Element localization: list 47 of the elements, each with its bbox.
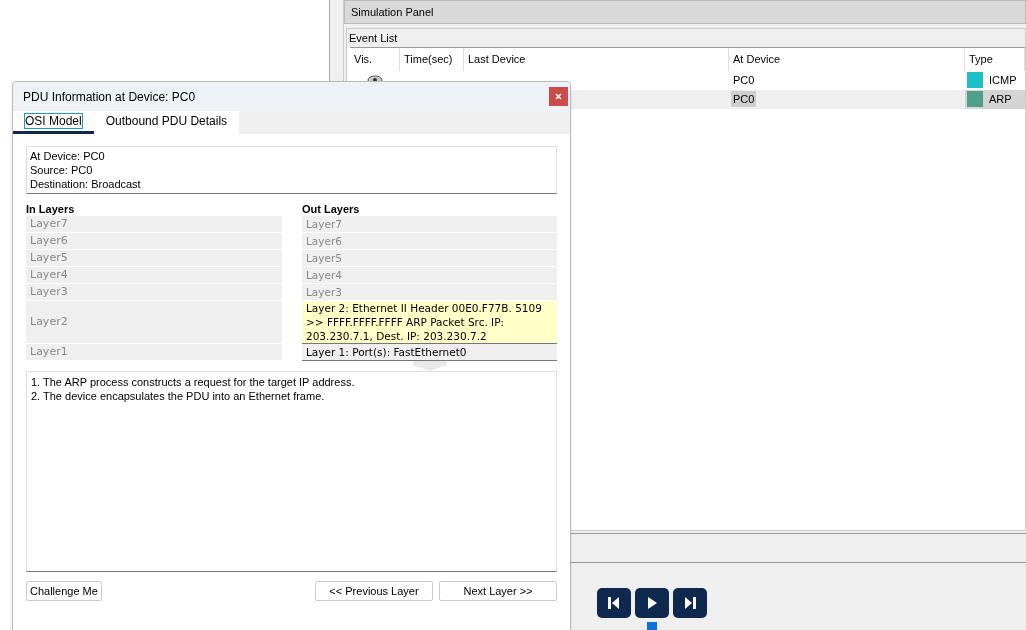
description-line: 2. The device encapsulates the PDU into an Ethernet frame. bbox=[31, 389, 326, 403]
play-icon bbox=[645, 596, 659, 610]
column-header: At Device bbox=[729, 47, 965, 71]
skip-back-icon bbox=[607, 596, 621, 610]
group-title: Event List bbox=[349, 30, 398, 46]
dialog-title: PDU Information at Device: PC0 bbox=[23, 88, 196, 106]
layer-row[interactable]: Layer7 bbox=[26, 216, 282, 233]
column-title: Out Layers bbox=[302, 202, 361, 216]
tab[interactable]: OSI Model bbox=[13, 111, 94, 134]
layer-row[interactable]: Layer6 bbox=[26, 233, 282, 250]
layer-row[interactable]: Layer1 bbox=[26, 344, 282, 361]
layer-row[interactable]: Layer4 bbox=[26, 267, 282, 284]
table-cell-text: PC0 bbox=[732, 73, 756, 89]
layer-row[interactable]: Layer2 bbox=[26, 301, 282, 344]
close-icon bbox=[555, 93, 562, 100]
layer-row[interactable]: Layer5 bbox=[26, 250, 282, 267]
next-layer-button[interactable]: Next Layer >> bbox=[439, 581, 557, 601]
layer-row[interactable]: Layer3 bbox=[302, 284, 557, 301]
layer-row[interactable]: Layer4 bbox=[302, 267, 557, 284]
layer-row[interactable]: Layer5 bbox=[302, 250, 557, 267]
column-header: Last Device bbox=[464, 47, 729, 71]
table-cell: PC0 bbox=[731, 91, 757, 108]
column-title: In Layers bbox=[26, 202, 76, 216]
challenge-button[interactable]: Challenge Me bbox=[26, 581, 102, 601]
playback-button[interactable] bbox=[673, 588, 707, 618]
tab[interactable]: Outbound PDU Details bbox=[93, 111, 240, 134]
info-line: Destination: Broadcast bbox=[30, 177, 142, 191]
layer-row[interactable]: Layer7 bbox=[302, 216, 557, 233]
layer-row[interactable]: Layer3 bbox=[26, 284, 282, 301]
description-line: 1. The ARP process constructs a request for the target IP address. bbox=[31, 375, 356, 389]
table-cell-text: ICMP bbox=[989, 73, 1017, 89]
previous-layer-button[interactable]: << Previous Layer bbox=[315, 581, 433, 601]
progress-marker bbox=[647, 622, 657, 630]
column-header: Vis. bbox=[350, 47, 400, 71]
info-line: At Device: PC0 bbox=[30, 149, 106, 163]
panel-title: Simulation Panel bbox=[351, 4, 434, 20]
info-line: Source: PC0 bbox=[30, 163, 94, 177]
skip-forward-icon bbox=[683, 596, 697, 610]
table-cell-text: ARP bbox=[989, 92, 1012, 108]
layer-row[interactable]: Layer 2: Ethernet II Header 00E0.F77B. 5109 >> FFFF.FFFF.FFFF ARP Packet Src. IP: 203.230.7.1, Dest. IP: 203.230.7.2 bbox=[302, 301, 557, 344]
playback-button[interactable] bbox=[635, 588, 669, 618]
column-header: Type bbox=[965, 47, 1025, 71]
layer-row[interactable]: Layer6 bbox=[302, 233, 557, 250]
playback-button[interactable] bbox=[597, 588, 631, 618]
layer-row[interactable]: Layer 1: Port(s): FastEthernet0 bbox=[302, 344, 557, 361]
column-header: Time(sec) bbox=[400, 47, 464, 71]
close-button[interactable] bbox=[549, 87, 568, 106]
